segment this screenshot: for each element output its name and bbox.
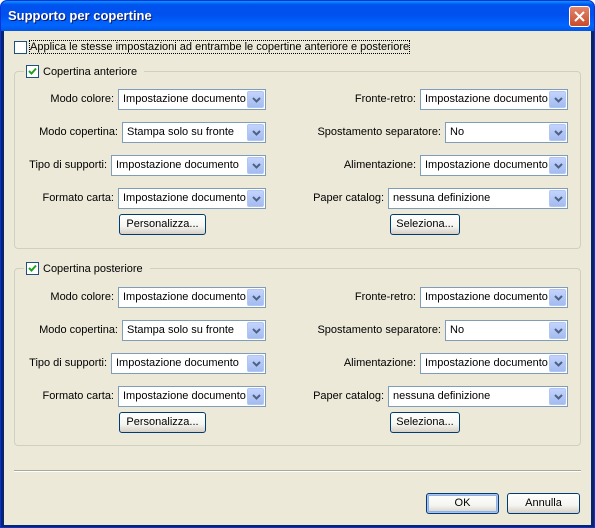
chevron-down-icon[interactable] xyxy=(247,157,264,174)
back-tipo-supporti-value: Impostazione documento xyxy=(116,357,239,369)
back-fronte-retro-select[interactable]: Impostazione documento xyxy=(420,287,568,308)
back-tipo-supporti-select[interactable]: Impostazione documento xyxy=(111,353,266,374)
back-personalizza-button[interactable]: Personalizza... xyxy=(119,412,206,433)
chevron-down-icon[interactable] xyxy=(549,157,566,174)
dialog-body: Applica le stesse impostazioni ad entram… xyxy=(4,31,591,525)
back-alimentazione-label: Alimentazione: xyxy=(343,357,416,369)
back-fronte-retro-value: Impostazione documento xyxy=(425,291,548,303)
chevron-down-icon[interactable] xyxy=(549,124,566,141)
chevron-down-icon[interactable] xyxy=(549,289,566,306)
back-formato-carta-label: Formato carta: xyxy=(42,390,114,402)
front-alimentazione-label: Alimentazione: xyxy=(343,159,416,171)
back-modo-copertina-label: Modo copertina: xyxy=(39,324,118,336)
back-alimentazione-select[interactable]: Impostazione documento xyxy=(420,353,568,374)
front-fronte-retro-select[interactable]: Impostazione documento xyxy=(420,89,568,110)
footer-separator xyxy=(14,470,581,472)
back-modo-copertina-select[interactable]: Stampa solo su fronte xyxy=(122,320,266,341)
front-modo-colore-select[interactable]: Impostazione documento xyxy=(118,89,266,110)
front-alimentazione-value: Impostazione documento xyxy=(425,159,548,171)
back-paper-catalog-value: nessuna definizione xyxy=(393,390,491,402)
front-formato-carta-select[interactable]: Impostazione documento xyxy=(118,188,266,209)
front-paper-catalog-select[interactable]: nessuna definizione xyxy=(388,188,568,209)
close-icon xyxy=(574,11,585,22)
dialog-window: Supporto per copertine Applica le stesse… xyxy=(0,0,595,528)
front-cover-legend: Copertina anteriore xyxy=(24,64,144,80)
chevron-down-icon[interactable] xyxy=(549,388,566,405)
close-button[interactable] xyxy=(569,6,590,27)
back-paper-catalog-select[interactable]: nessuna definizione xyxy=(388,386,568,407)
front-tipo-supporti-select[interactable]: Impostazione documento xyxy=(111,155,266,176)
front-modo-copertina-value: Stampa solo su fronte xyxy=(127,126,235,138)
front-modo-copertina-label: Modo copertina: xyxy=(39,126,118,138)
back-spostamento-label: Spostamento separatore: xyxy=(317,324,441,336)
chevron-down-icon[interactable] xyxy=(247,355,264,372)
chevron-down-icon[interactable] xyxy=(549,322,566,339)
chevron-down-icon[interactable] xyxy=(247,190,264,207)
front-formato-carta-label: Formato carta: xyxy=(42,192,114,204)
back-cover-legend: Copertina posteriore xyxy=(24,261,150,277)
front-paper-catalog-value: nessuna definizione xyxy=(393,192,491,204)
front-tipo-supporti-value: Impostazione documento xyxy=(116,159,239,171)
back-modo-colore-value: Impostazione documento xyxy=(123,291,246,303)
cancel-button[interactable]: Annulla xyxy=(507,493,580,514)
back-cover-label: Copertina posteriore xyxy=(43,263,143,275)
front-cover-checkbox[interactable] xyxy=(26,65,39,78)
front-fronte-retro-value: Impostazione documento xyxy=(425,93,548,105)
back-tipo-supporti-label: Tipo di supporti: xyxy=(29,357,107,369)
chevron-down-icon[interactable] xyxy=(549,91,566,108)
front-spostamento-select[interactable]: No xyxy=(445,122,568,143)
front-fronte-retro-label: Fronte-retro: xyxy=(354,93,416,105)
window-title: Supporto per copertine xyxy=(8,8,152,23)
front-personalizza-button[interactable]: Personalizza... xyxy=(119,214,206,235)
chevron-down-icon[interactable] xyxy=(247,322,264,339)
front-spostamento-value: No xyxy=(450,126,465,138)
back-modo-copertina-value: Stampa solo su fronte xyxy=(127,324,235,336)
back-paper-catalog-label: Paper catalog: xyxy=(313,390,384,402)
back-fronte-retro-label: Fronte-retro: xyxy=(354,291,416,303)
back-formato-carta-value: Impostazione documento xyxy=(123,390,246,402)
front-modo-copertina-select[interactable]: Stampa solo su fronte xyxy=(122,122,266,143)
front-modo-colore-value: Impostazione documento xyxy=(123,93,246,105)
front-alimentazione-select[interactable]: Impostazione documento xyxy=(420,155,568,176)
back-cover-checkbox[interactable] xyxy=(26,262,39,275)
front-spostamento-label: Spostamento separatore: xyxy=(317,126,441,138)
back-modo-colore-select[interactable]: Impostazione documento xyxy=(118,287,266,308)
title-bar[interactable]: Supporto per copertine xyxy=(1,1,594,31)
front-formato-carta-value: Impostazione documento xyxy=(123,192,246,204)
front-modo-colore-label: Modo colore: xyxy=(50,93,114,105)
chevron-down-icon[interactable] xyxy=(247,388,264,405)
back-formato-carta-select[interactable]: Impostazione documento xyxy=(118,386,266,407)
chevron-down-icon[interactable] xyxy=(247,124,264,141)
chevron-down-icon[interactable] xyxy=(549,190,566,207)
back-spostamento-select[interactable]: No xyxy=(445,320,568,341)
front-paper-catalog-label: Paper catalog: xyxy=(313,192,384,204)
apply-both-checkbox[interactable] xyxy=(14,41,27,54)
chevron-down-icon[interactable] xyxy=(549,355,566,372)
front-tipo-supporti-label: Tipo di supporti: xyxy=(29,159,107,171)
checkmark-icon xyxy=(28,264,37,272)
back-alimentazione-value: Impostazione documento xyxy=(425,357,548,369)
apply-both-label[interactable]: Applica le stesse impostazioni ad entram… xyxy=(28,40,411,54)
chevron-down-icon[interactable] xyxy=(247,289,264,306)
back-modo-colore-label: Modo colore: xyxy=(50,291,114,303)
front-cover-label: Copertina anteriore xyxy=(43,66,138,78)
back-spostamento-value: No xyxy=(450,324,465,336)
front-seleziona-button[interactable]: Seleziona... xyxy=(390,214,460,235)
chevron-down-icon[interactable] xyxy=(247,91,264,108)
checkmark-icon xyxy=(28,67,37,75)
back-seleziona-button[interactable]: Seleziona... xyxy=(390,412,460,433)
ok-button[interactable]: OK xyxy=(426,493,499,514)
